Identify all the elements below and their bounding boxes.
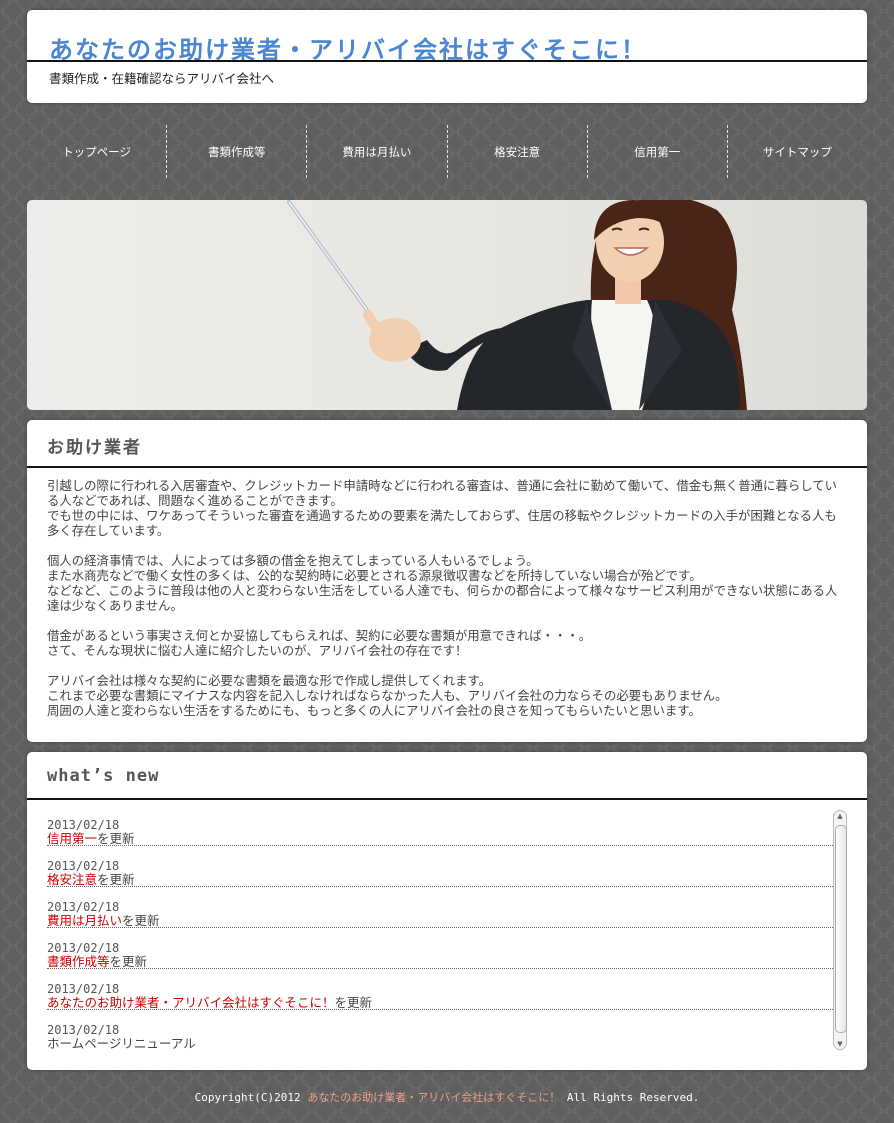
news-suffix: を更新 bbox=[122, 913, 160, 928]
article-line: アリバイ会社は様々な契約に必要な書類を最適な形で作成し提供してくれます。 bbox=[47, 673, 492, 688]
news-date: 2013/02/18 bbox=[47, 900, 120, 914]
news-item: 2013/02/18 格安注意を更新 bbox=[47, 853, 843, 887]
site-footer: Copyright(C)2012 あなたのお助け業者・アリバイ会社はすぐそこに！… bbox=[0, 1089, 894, 1105]
news-date: 2013/02/18 bbox=[47, 1023, 120, 1037]
news-suffix: を更新 bbox=[109, 954, 148, 969]
nav-item-cheap-warning[interactable]: 格安注意 bbox=[446, 125, 587, 178]
article-body: 引越しの際に行われる入居審査や、クレジットカード申請時などに行われる審査は、普通… bbox=[47, 478, 849, 733]
nav-item-trust[interactable]: 信用第一 bbox=[586, 125, 727, 178]
news-item: 2013/02/18 信用第一を更新 bbox=[47, 812, 843, 846]
whats-new-section: what’s new 2013/02/18 信用第一を更新 2013/02/18… bbox=[27, 752, 867, 1070]
copyright-suffix: All Rights Reserved. bbox=[566, 1091, 700, 1104]
article-line: これまで必要な書類にマイナスな内容を記入しなければならなかった人も、アリバイ会社… bbox=[47, 688, 728, 703]
article-paragraph: 引越しの際に行われる入居審査や、クレジットカード申請時などに行われる審査は、普通… bbox=[47, 478, 849, 538]
nav-item-documents[interactable]: 書類作成等 bbox=[166, 125, 306, 178]
scroll-up-icon[interactable]: ▲ bbox=[834, 812, 846, 820]
news-date: 2013/02/18 bbox=[47, 941, 120, 955]
news-link[interactable]: 書類作成等 bbox=[47, 954, 110, 969]
nav-item-top[interactable]: トップページ bbox=[27, 125, 166, 178]
scroll-down-icon[interactable]: ▼ bbox=[834, 1040, 846, 1048]
news-date: 2013/02/18 bbox=[47, 859, 120, 873]
article-line: 周囲の人達と変わらない生活をするためにも、もっと多くの人にアリバイ会社の良さを知… bbox=[47, 703, 701, 718]
news-date: 2013/02/18 bbox=[47, 818, 120, 832]
news-item: 2013/02/18 ホームページリニューアル bbox=[47, 1017, 843, 1050]
news-link[interactable]: 格安注意 bbox=[47, 872, 97, 887]
news-item: 2013/02/18 費用は月払いを更新 bbox=[47, 894, 843, 928]
news-link[interactable]: 費用は月払い bbox=[47, 913, 122, 928]
nav-item-sitemap[interactable]: サイトマップ bbox=[726, 125, 867, 178]
header-divider bbox=[27, 60, 867, 62]
scroll-thumb[interactable] bbox=[835, 825, 847, 1033]
news-scrollbar[interactable]: ▲ ▼ bbox=[833, 810, 847, 1050]
news-suffix: ホームページリニューアル bbox=[47, 1036, 196, 1051]
article-divider bbox=[27, 466, 867, 468]
news-suffix: を更新 bbox=[97, 831, 135, 846]
article-line: 借金があるという事実さえ何とか妥協してもらえれば、契約に必要な書類が用意できれば… bbox=[47, 628, 592, 643]
article-paragraph: アリバイ会社は様々な契約に必要な書類を最適な形で作成し提供してくれます。 これま… bbox=[47, 673, 849, 718]
whats-new-heading: what’s new bbox=[47, 766, 160, 786]
article-paragraph: 個人の経済事情では、人によっては多額の借金を抱えてしまっている人もいるでしょう。… bbox=[47, 553, 849, 613]
article-line: でも世の中には、ワケあってそういった審査を通過するための要素を満たしておらず、住… bbox=[47, 508, 837, 538]
news-item: 2013/02/18 書類作成等を更新 bbox=[47, 935, 843, 969]
article-line: 個人の経済事情では、人によっては多額の借金を抱えてしまっている人もいるでしょう。 bbox=[47, 553, 539, 568]
hero-illustration bbox=[287, 200, 747, 410]
news-suffix: を更新 bbox=[334, 995, 373, 1010]
nav-item-monthly-fee[interactable]: 費用は月払い bbox=[306, 125, 446, 178]
footer-site-link[interactable]: あなたのお助け業者・アリバイ会社はすぐそこに！ bbox=[307, 1091, 560, 1104]
whats-new-divider bbox=[27, 798, 867, 800]
news-link[interactable]: あなたのお助け業者・アリバイ会社はすぐそこに！ bbox=[47, 995, 335, 1010]
article-heading: お助け業者 bbox=[47, 438, 142, 458]
article-line: 引越しの際に行われる入居審査や、クレジットカード申請時などに行われる審査は、普通… bbox=[47, 478, 838, 508]
news-suffix: を更新 bbox=[97, 872, 135, 887]
article-line: などなど、このように普段は他の人と変わらない生活をしている人達でも、何らかの都合… bbox=[47, 583, 838, 613]
site-subtitle: 書類作成・在籍確認ならアリバイ会社へ bbox=[49, 71, 275, 86]
site-header: あなたのお助け業者・アリバイ会社はすぐそこに！ 書類作成・在籍確認ならアリバイ会… bbox=[27, 10, 867, 103]
hero-image bbox=[27, 200, 867, 410]
news-list[interactable]: 2013/02/18 信用第一を更新 2013/02/18 格安注意を更新 20… bbox=[47, 812, 843, 1050]
news-date: 2013/02/18 bbox=[47, 982, 120, 996]
copyright-prefix: Copyright(C)2012 bbox=[194, 1091, 301, 1104]
article-paragraph: 借金があるという事実さえ何とか妥協してもらえれば、契約に必要な書類が用意できれば… bbox=[47, 628, 849, 658]
article-line: また水商売などで働く女性の多くは、公的な契約時に必要とされる源泉徴収書などを所持… bbox=[47, 568, 702, 583]
article-line: さて、そんな現状に悩む人達に紹介したいのが、アリバイ会社の存在です！ bbox=[47, 643, 468, 658]
article-section: お助け業者 引越しの際に行われる入居審査や、クレジットカード申請時などに行われる… bbox=[27, 420, 867, 742]
news-item: 2013/02/18 あなたのお助け業者・アリバイ会社はすぐそこに！を更新 bbox=[47, 976, 843, 1010]
global-nav: トップページ 書類作成等 費用は月払い 格安注意 信用第一 サイトマップ bbox=[27, 125, 867, 178]
news-link[interactable]: 信用第一 bbox=[47, 831, 97, 846]
